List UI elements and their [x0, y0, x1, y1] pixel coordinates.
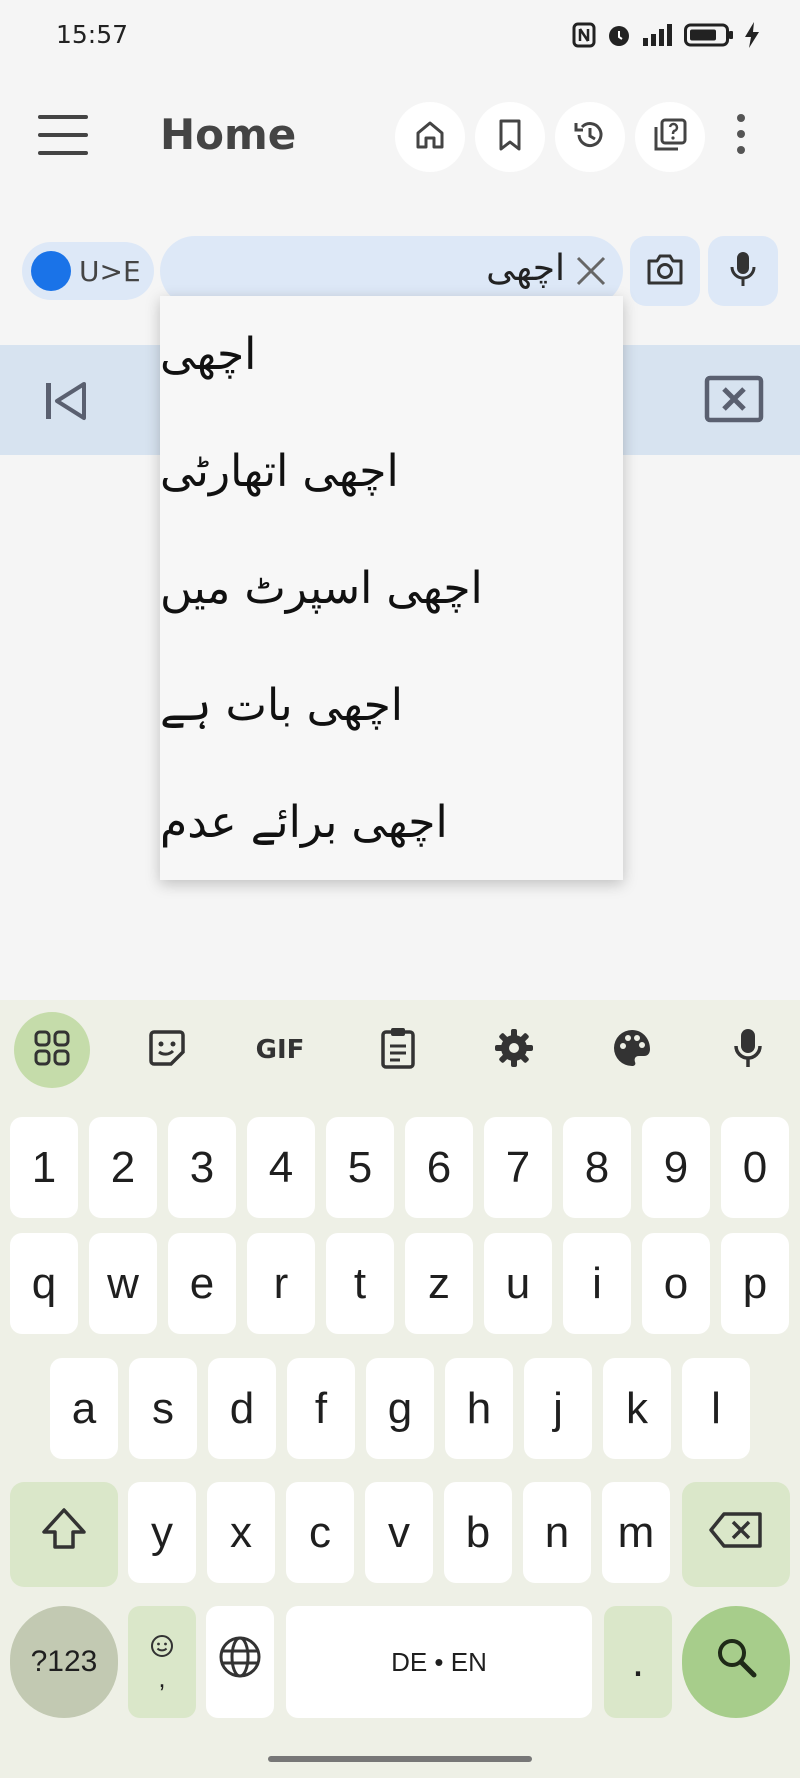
sticker-icon	[146, 1027, 188, 1073]
key-f[interactable]: f	[287, 1358, 355, 1459]
key-q[interactable]: q	[10, 1233, 78, 1334]
key-g[interactable]: g	[366, 1358, 434, 1459]
charging-icon	[744, 22, 760, 52]
key-n[interactable]: n	[523, 1482, 591, 1583]
direction-indicator	[31, 251, 71, 291]
key-w[interactable]: w	[89, 1233, 157, 1334]
key-7[interactable]: 7	[484, 1117, 552, 1218]
history-icon	[572, 117, 608, 157]
key-k[interactable]: k	[603, 1358, 671, 1459]
sticker-button[interactable]	[137, 1020, 197, 1080]
camera-icon	[646, 252, 684, 290]
key-c[interactable]: c	[286, 1482, 354, 1583]
globe-icon	[218, 1635, 262, 1690]
key-b[interactable]: b	[444, 1482, 512, 1583]
suggestion-item[interactable]: اچھی اسپرٹ میں	[160, 530, 623, 647]
keyboard-settings-button[interactable]	[484, 1020, 544, 1080]
keyboard-voice-button[interactable]	[718, 1020, 778, 1080]
backspace-key[interactable]	[682, 1482, 790, 1587]
gear-icon	[494, 1028, 534, 1072]
key-h[interactable]: h	[445, 1358, 513, 1459]
key-p[interactable]: p	[721, 1233, 789, 1334]
key-9[interactable]: 9	[642, 1117, 710, 1218]
key-u[interactable]: u	[484, 1233, 552, 1334]
language-key[interactable]	[206, 1606, 274, 1718]
key-1[interactable]: 1	[10, 1117, 78, 1218]
shift-icon	[40, 1506, 88, 1563]
bookmark-icon	[495, 118, 525, 156]
shift-key[interactable]	[10, 1482, 118, 1587]
battery-icon	[684, 23, 734, 51]
direction-label: U>E	[79, 254, 141, 288]
key-s[interactable]: s	[129, 1358, 197, 1459]
key-0[interactable]: 0	[721, 1117, 789, 1218]
history-button[interactable]	[555, 102, 625, 172]
close-box-icon[interactable]	[704, 375, 764, 427]
quiz-button[interactable]	[635, 102, 705, 172]
key-3[interactable]: 3	[168, 1117, 236, 1218]
key-o[interactable]: o	[642, 1233, 710, 1334]
key-6[interactable]: 6	[405, 1117, 473, 1218]
period-key[interactable]: .	[604, 1606, 672, 1718]
key-e[interactable]: e	[168, 1233, 236, 1334]
key-x[interactable]: x	[207, 1482, 275, 1583]
key-z[interactable]: z	[405, 1233, 473, 1334]
microphone-icon	[729, 250, 757, 292]
camera-button[interactable]	[630, 236, 700, 306]
clipboard-icon	[379, 1026, 417, 1074]
palette-icon	[611, 1027, 653, 1073]
key-4[interactable]: 4	[247, 1117, 315, 1218]
home-button[interactable]	[395, 102, 465, 172]
search-value: اچھی	[486, 248, 565, 289]
key-j[interactable]: j	[524, 1358, 592, 1459]
key-5[interactable]: 5	[326, 1117, 394, 1218]
comma-label: ,	[158, 1662, 166, 1693]
home-indicator[interactable]	[268, 1756, 532, 1762]
key-r[interactable]: r	[247, 1233, 315, 1334]
key-m[interactable]: m	[602, 1482, 670, 1583]
page-title: Home	[160, 110, 297, 159]
symbols-key[interactable]: ?123	[10, 1606, 118, 1718]
microphone-icon	[733, 1027, 763, 1073]
search-icon	[715, 1636, 757, 1689]
voice-input-button[interactable]	[708, 236, 778, 306]
emoji-comma-key[interactable]: ,	[128, 1606, 196, 1718]
signal-icon	[642, 24, 674, 50]
clipboard-button[interactable]	[368, 1020, 428, 1080]
space-key[interactable]: DE • EN	[286, 1606, 592, 1718]
search-action-key[interactable]	[682, 1606, 790, 1718]
menu-button[interactable]	[38, 115, 88, 155]
grid-icon	[33, 1029, 71, 1071]
key-i[interactable]: i	[563, 1233, 631, 1334]
quiz-icon	[652, 117, 688, 157]
status-time: 15:57	[56, 20, 129, 49]
backspace-icon	[708, 1510, 764, 1560]
key-8[interactable]: 8	[563, 1117, 631, 1218]
keyboard-apps-button[interactable]	[14, 1012, 90, 1088]
nfc-icon	[572, 22, 596, 52]
key-2[interactable]: 2	[89, 1117, 157, 1218]
key-d[interactable]: d	[208, 1358, 276, 1459]
key-a[interactable]: a	[50, 1358, 118, 1459]
gif-button[interactable]: GIF	[250, 1020, 310, 1080]
key-v[interactable]: v	[365, 1482, 433, 1583]
alarm-icon	[606, 22, 632, 52]
status-icons	[572, 22, 760, 52]
key-t[interactable]: t	[326, 1233, 394, 1334]
direction-toggle[interactable]: U>E	[22, 242, 154, 300]
more-options-button[interactable]	[735, 114, 747, 154]
home-icon	[413, 118, 447, 156]
suggestion-item[interactable]: اچھی برائے عدم	[160, 764, 623, 881]
suggestions-dropdown: اچھی اچھی اتھارٹی اچھی اسپرٹ میں اچھی با…	[160, 296, 623, 880]
key-y[interactable]: y	[128, 1482, 196, 1583]
clear-icon[interactable]	[573, 253, 609, 289]
suggestion-item[interactable]: اچھی اتھارٹی	[160, 413, 623, 530]
key-l[interactable]: l	[682, 1358, 750, 1459]
suggestion-item[interactable]: اچھی بات ہے	[160, 647, 623, 764]
bookmarks-button[interactable]	[475, 102, 545, 172]
skip-previous-icon[interactable]	[44, 381, 88, 425]
suggestion-item[interactable]: اچھی	[160, 296, 623, 413]
theme-button[interactable]	[602, 1020, 662, 1080]
emoji-icon	[150, 1634, 174, 1665]
